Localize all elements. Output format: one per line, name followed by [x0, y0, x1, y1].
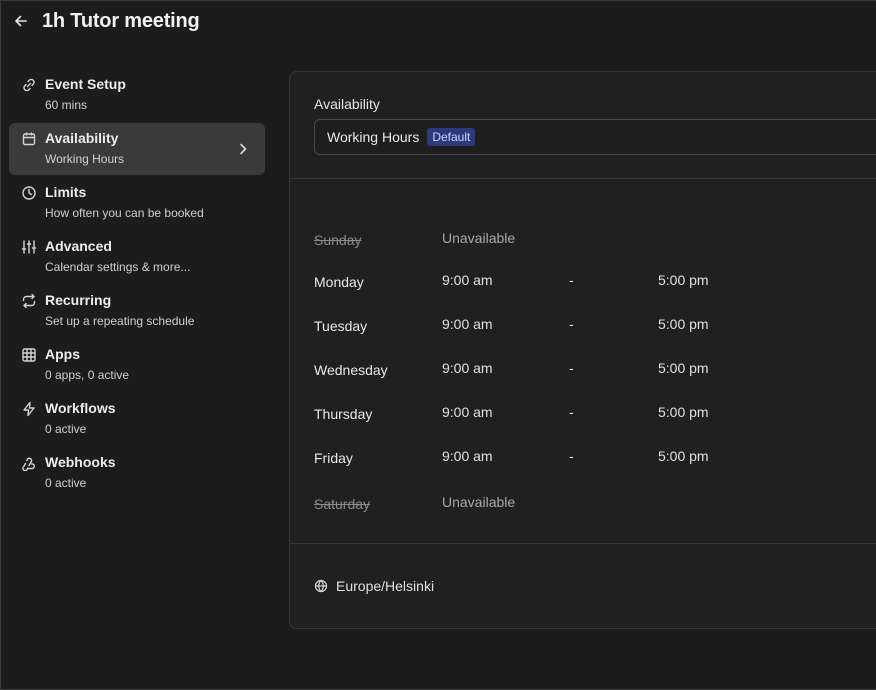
sliders-icon: [21, 239, 37, 255]
day-row-friday: Friday 9:00 am - 5:00 pm: [314, 448, 814, 468]
start-time[interactable]: 9:00 am: [442, 316, 493, 332]
time-separator: -: [569, 316, 574, 332]
repeat-icon: [21, 293, 37, 309]
start-time[interactable]: 9:00 am: [442, 404, 493, 420]
unavailable-text: Unavailable: [442, 230, 516, 246]
divider: [290, 178, 876, 179]
sidebar-item-label: Advanced: [45, 238, 112, 254]
globe-icon: [314, 579, 328, 593]
day-row-saturday: Saturday Unavailable: [314, 494, 814, 514]
clock-icon: [21, 185, 37, 201]
end-time[interactable]: 5:00 pm: [658, 316, 709, 332]
timezone-value: Europe/Helsinki: [336, 578, 435, 594]
availability-label: Availability: [314, 96, 380, 112]
divider: [290, 543, 876, 544]
availability-panel: Availability Working Hours Default Sunda…: [289, 71, 876, 629]
sidebar-item-subtitle: Set up a repeating schedule: [45, 314, 195, 328]
unavailable-text: Unavailable: [442, 494, 516, 510]
day-row-tuesday: Tuesday 9:00 am - 5:00 pm: [314, 316, 814, 336]
end-time[interactable]: 5:00 pm: [658, 360, 709, 376]
day-row-sunday: Sunday Unavailable: [314, 230, 814, 250]
timezone-row[interactable]: Europe/Helsinki: [314, 578, 434, 594]
time-separator: -: [569, 360, 574, 376]
sidebar-item-label: Recurring: [45, 292, 112, 308]
sidebar-item-subtitle: 60 mins: [45, 98, 88, 112]
sidebar-item-label: Availability: [45, 130, 119, 146]
day-row-wednesday: Wednesday 9:00 am - 5:00 pm: [314, 360, 814, 380]
sidebar-item-advanced[interactable]: Advanced Calendar settings & more...: [9, 231, 265, 283]
sidebar-item-subtitle: Working Hours: [45, 152, 125, 166]
chevron-right-icon: [235, 141, 251, 157]
sidebar-item-event-setup[interactable]: Event Setup 60 mins: [9, 69, 265, 121]
sidebar-item-label: Apps: [45, 346, 80, 362]
day-name: Sunday: [314, 232, 362, 248]
day-name: Monday: [314, 274, 364, 290]
start-time[interactable]: 9:00 am: [442, 448, 493, 464]
sidebar-item-apps[interactable]: Apps 0 apps, 0 active: [9, 339, 265, 391]
sidebar-item-subtitle: How often you can be booked: [45, 206, 204, 220]
end-time[interactable]: 5:00 pm: [658, 272, 709, 288]
sidebar-item-subtitle: Calendar settings & more...: [45, 260, 191, 274]
sidebar-item-webhooks[interactable]: Webhooks 0 active: [9, 447, 265, 499]
default-badge: Default: [427, 128, 476, 146]
calendar-icon: [21, 131, 37, 147]
grid-icon: [21, 347, 37, 363]
sidebar-item-label: Limits: [45, 184, 87, 200]
webhook-icon: [21, 455, 37, 472]
end-time[interactable]: 5:00 pm: [658, 404, 709, 420]
sidebar-item-recurring[interactable]: Recurring Set up a repeating schedule: [9, 285, 265, 337]
sidebar: Event Setup 60 mins Availability Working…: [9, 69, 265, 501]
sidebar-item-label: Webhooks: [45, 454, 116, 470]
zap-icon: [21, 401, 37, 417]
day-name: Saturday: [314, 496, 371, 512]
day-name: Friday: [314, 450, 353, 466]
sidebar-item-limits[interactable]: Limits How often you can be booked: [9, 177, 265, 229]
sidebar-item-availability[interactable]: Availability Working Hours: [9, 123, 265, 175]
page-title: 1h Tutor meeting: [42, 9, 200, 32]
time-separator: -: [569, 404, 574, 420]
schedule-select-value: Working Hours: [327, 129, 420, 145]
day-name: Thursday: [314, 406, 373, 422]
sidebar-item-label: Workflows: [45, 400, 116, 416]
link-icon: [21, 77, 37, 93]
day-name: Tuesday: [314, 318, 368, 334]
day-row-thursday: Thursday 9:00 am - 5:00 pm: [314, 404, 814, 424]
sidebar-item-subtitle: 0 active: [45, 422, 87, 436]
sidebar-item-subtitle: 0 active: [45, 476, 87, 490]
page-header: 1h Tutor meeting: [12, 8, 200, 34]
start-time[interactable]: 9:00 am: [442, 272, 493, 288]
sidebar-item-workflows[interactable]: Workflows 0 active: [9, 393, 265, 445]
schedule-select[interactable]: Working Hours Default: [314, 119, 876, 155]
sidebar-item-label: Event Setup: [45, 76, 126, 92]
time-separator: -: [569, 448, 574, 464]
start-time[interactable]: 9:00 am: [442, 360, 493, 376]
day-name: Wednesday: [314, 362, 388, 378]
end-time[interactable]: 5:00 pm: [658, 448, 709, 464]
day-row-monday: Monday 9:00 am - 5:00 pm: [314, 272, 814, 292]
time-separator: -: [569, 272, 574, 288]
back-arrow-icon[interactable]: [12, 12, 30, 30]
sidebar-item-subtitle: 0 apps, 0 active: [45, 368, 130, 382]
